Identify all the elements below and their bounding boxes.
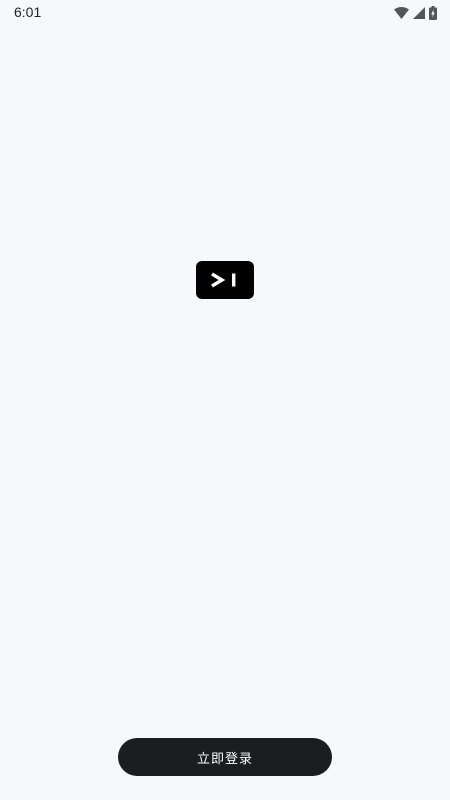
battery-charging-icon xyxy=(429,6,437,20)
status-bar: 6:01 xyxy=(0,0,450,26)
wifi-icon xyxy=(394,7,409,19)
app-logo xyxy=(196,261,254,299)
terminal-prompt-icon xyxy=(211,272,236,288)
status-icons xyxy=(394,5,437,21)
status-time: 6:01 xyxy=(14,4,42,20)
cellular-signal-icon xyxy=(413,7,425,19)
login-button[interactable]: 立即登录 xyxy=(118,738,332,776)
